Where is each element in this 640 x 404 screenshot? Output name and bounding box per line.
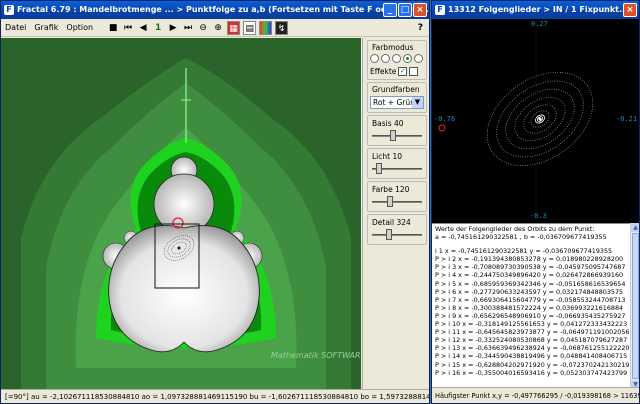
orbit-row: P > i 6 x = -0,277290633243597 y = 0,032… xyxy=(435,287,624,296)
orbit-row: i 1 x = -0,745161290322581 y = -0,036709… xyxy=(435,247,613,256)
orbit-scrollbar[interactable]: ▲ ▼ xyxy=(630,223,639,389)
chevron-down-icon[interactable]: ▼ xyxy=(412,97,423,108)
orbit-values-list[interactable]: Werte der Folgenglieder des Orbits zu de… xyxy=(432,223,639,389)
basis-group: Basis 40 xyxy=(367,115,427,146)
menu-bar: Datei Grafik Option ■ ⏮ ◀ 1 ▶ ⏭ ⊖ ⊕ ▦ ▤ … xyxy=(1,19,429,37)
menu-grafik[interactable]: Grafik xyxy=(30,19,62,37)
toolbar: ■ ⏮ ◀ 1 ▶ ⏭ ⊖ ⊕ ▦ ▤ ↯ xyxy=(107,20,289,35)
orbit-row: P > i 7 x = -0,669306415604779 y = -0,05… xyxy=(435,295,626,304)
orbit-row: P > i 2 x = -0,191394380853278 y = 0,018… xyxy=(435,255,624,264)
scroll-up-icon[interactable]: ▲ xyxy=(631,223,639,232)
farbmodus-radio-5[interactable] xyxy=(414,54,423,63)
farbmodus-radios xyxy=(370,54,424,63)
orbit-row: P > i 3 x = -0,708089730390538 y = -0,04… xyxy=(435,263,626,272)
orbit-plot xyxy=(438,22,594,220)
prev-icon[interactable]: ◀ xyxy=(137,21,149,35)
detail-slider[interactable] xyxy=(372,229,422,241)
licht-group: Licht 10 xyxy=(367,148,427,179)
axis-top-label: 0.27 xyxy=(531,20,548,28)
orbit-row: P > i 11 x = -0,645645823973877 y = -0,0… xyxy=(435,328,630,337)
grundfarben-value: Rot + Grün xyxy=(373,98,415,107)
orbit-window-title: 13312 Folgenglieder > IN / 1 Fixpunkt... xyxy=(448,5,629,14)
axis-right-label: -0.21 xyxy=(616,115,638,123)
stop-icon[interactable]: ■ xyxy=(107,21,119,35)
orbit-row: P > i 9 x = -0,656296548906910 y = -0,06… xyxy=(435,311,626,320)
effekte-label: Effekte xyxy=(370,67,397,76)
main-window: F Fractal 6.79 : Mandelbrotmenge ... > P… xyxy=(0,0,430,404)
grundfarben-label: Grundfarben xyxy=(372,85,420,94)
main-window-title: Fractal 6.79 : Mandelbrotmenge ... > Pun… xyxy=(17,5,429,14)
orbit-close-button[interactable]: × xyxy=(623,3,637,17)
close-button[interactable]: × xyxy=(413,3,427,17)
basis-slider[interactable] xyxy=(372,130,422,142)
farbe-slider-thumb[interactable] xyxy=(386,196,393,207)
main-status-bar: [=90°] au = -2,102671118530884810 ao = 1… xyxy=(1,389,429,403)
licht-slider[interactable] xyxy=(372,163,422,175)
mandelbrot-image: Mathematik SOFTWARE xyxy=(1,38,361,389)
farbmodus-label: Farbmodus xyxy=(372,43,414,52)
grid-icon[interactable]: ▤ xyxy=(243,20,257,35)
scroll-thumb[interactable] xyxy=(632,233,639,379)
first-icon[interactable]: ⏮ xyxy=(122,21,134,35)
licht-label: Licht 10 xyxy=(372,152,403,161)
farbmodus-radio-4[interactable] xyxy=(403,54,412,63)
menu-datei[interactable]: Datei xyxy=(1,19,30,37)
grundfarben-group: Grundfarben Rot + Grün ▼ xyxy=(367,82,427,113)
farbmodus-radio-3[interactable] xyxy=(392,54,401,63)
effekte-checkbox-1[interactable]: ✓ xyxy=(398,67,408,76)
axis-bottom-label: -0.3 xyxy=(530,212,547,220)
farbmodus-radio-1[interactable] xyxy=(370,54,379,63)
farbe-group: Farbe 120 xyxy=(367,181,427,212)
detail-label: Detail 324 xyxy=(372,218,411,227)
orbit-row: P > i 16 x = -0,355004016593416 y = 0,05… xyxy=(435,368,628,377)
axis-left-label: -0.78 xyxy=(434,115,456,123)
orbit-row: P > i 12 x = -0,332524080530868 y = 0,04… xyxy=(435,336,628,345)
orbit-header-line-2: a = -0,745161290322581 , b = -0,03670967… xyxy=(435,233,607,242)
orbit-row: P > i 4 x = -0,244750349896420 y = 0,026… xyxy=(435,271,624,280)
orbit-tool-icon[interactable]: ↯ xyxy=(275,20,289,35)
basis-slider-thumb[interactable] xyxy=(389,130,396,141)
menu-option[interactable]: Option xyxy=(62,19,97,37)
orbit-status-bar: Häufigster Punkt x,y = -0,497766295 / -0… xyxy=(432,387,639,403)
film-icon[interactable]: ▦ xyxy=(227,20,241,35)
farbmodus-group: Farbmodus Effekte ✓ xyxy=(367,40,427,80)
effekte-checkbox-2[interactable] xyxy=(409,67,419,76)
orbit-window: F 13312 Folgenglieder > IN / 1 Fixpunkt.… xyxy=(431,0,640,404)
licht-slider-thumb[interactable] xyxy=(376,163,383,174)
orbit-app-icon: F xyxy=(435,5,445,15)
detail-slider-thumb[interactable] xyxy=(386,229,393,240)
next-icon[interactable]: ▶ xyxy=(167,21,179,35)
zoom-out-icon[interactable]: ⊖ xyxy=(197,21,209,35)
palette-icon[interactable] xyxy=(259,20,273,35)
last-icon[interactable]: ⏭ xyxy=(182,21,194,35)
mandelbrot-canvas[interactable]: Mathematik SOFTWARE xyxy=(1,38,361,389)
orbit-row: P > i 15 x = -0,628804202971920 y = -0,0… xyxy=(435,360,630,369)
main-title-bar[interactable]: F Fractal 6.79 : Mandelbrotmenge ... > P… xyxy=(1,1,429,19)
orbit-title-bar[interactable]: F 13312 Folgenglieder > IN / 1 Fixpunkt.… xyxy=(432,1,639,19)
grundfarben-select[interactable]: Rot + Grün ▼ xyxy=(370,96,424,109)
farbmodus-radio-2[interactable] xyxy=(381,54,390,63)
farbe-slider[interactable] xyxy=(372,196,422,208)
orbit-row: P > i 14 x = -0,344590438819496 y = 0,04… xyxy=(435,352,628,361)
orbit-canvas[interactable]: 0.27 -0.3 -0.78 -0.21 xyxy=(432,19,639,223)
orbit-row: P > i 8 x = -0,300388481572224 y = 0,036… xyxy=(435,303,624,312)
settings-panel: Farbmodus Effekte ✓ Grundfarben Rot + Gr… xyxy=(362,38,429,389)
orbit-header-line-1: Werte der Folgenglieder des Orbits zu de… xyxy=(435,225,595,233)
orbit-row: P > i 13 x = -0,636639496238924 y = -0,0… xyxy=(435,344,630,353)
minimize-button[interactable]: _ xyxy=(383,3,397,17)
basis-label: Basis 40 xyxy=(372,119,404,128)
detail-group: Detail 324 xyxy=(367,214,427,245)
zoom-in-icon[interactable]: ⊕ xyxy=(212,21,224,35)
watermark: Mathematik SOFTWARE xyxy=(271,351,361,360)
orbit-row: P > i 5 x = -0,685959369342346 y = -0,05… xyxy=(435,279,626,288)
farbe-label: Farbe 120 xyxy=(372,185,410,194)
help-button[interactable]: ? xyxy=(418,19,423,37)
step-counter: 1 xyxy=(154,22,162,33)
maximize-button[interactable]: □ xyxy=(398,3,412,17)
app-icon: F xyxy=(4,5,14,15)
orbit-row: P > i 10 x = -0,318149125561653 y = 0,04… xyxy=(435,320,628,329)
